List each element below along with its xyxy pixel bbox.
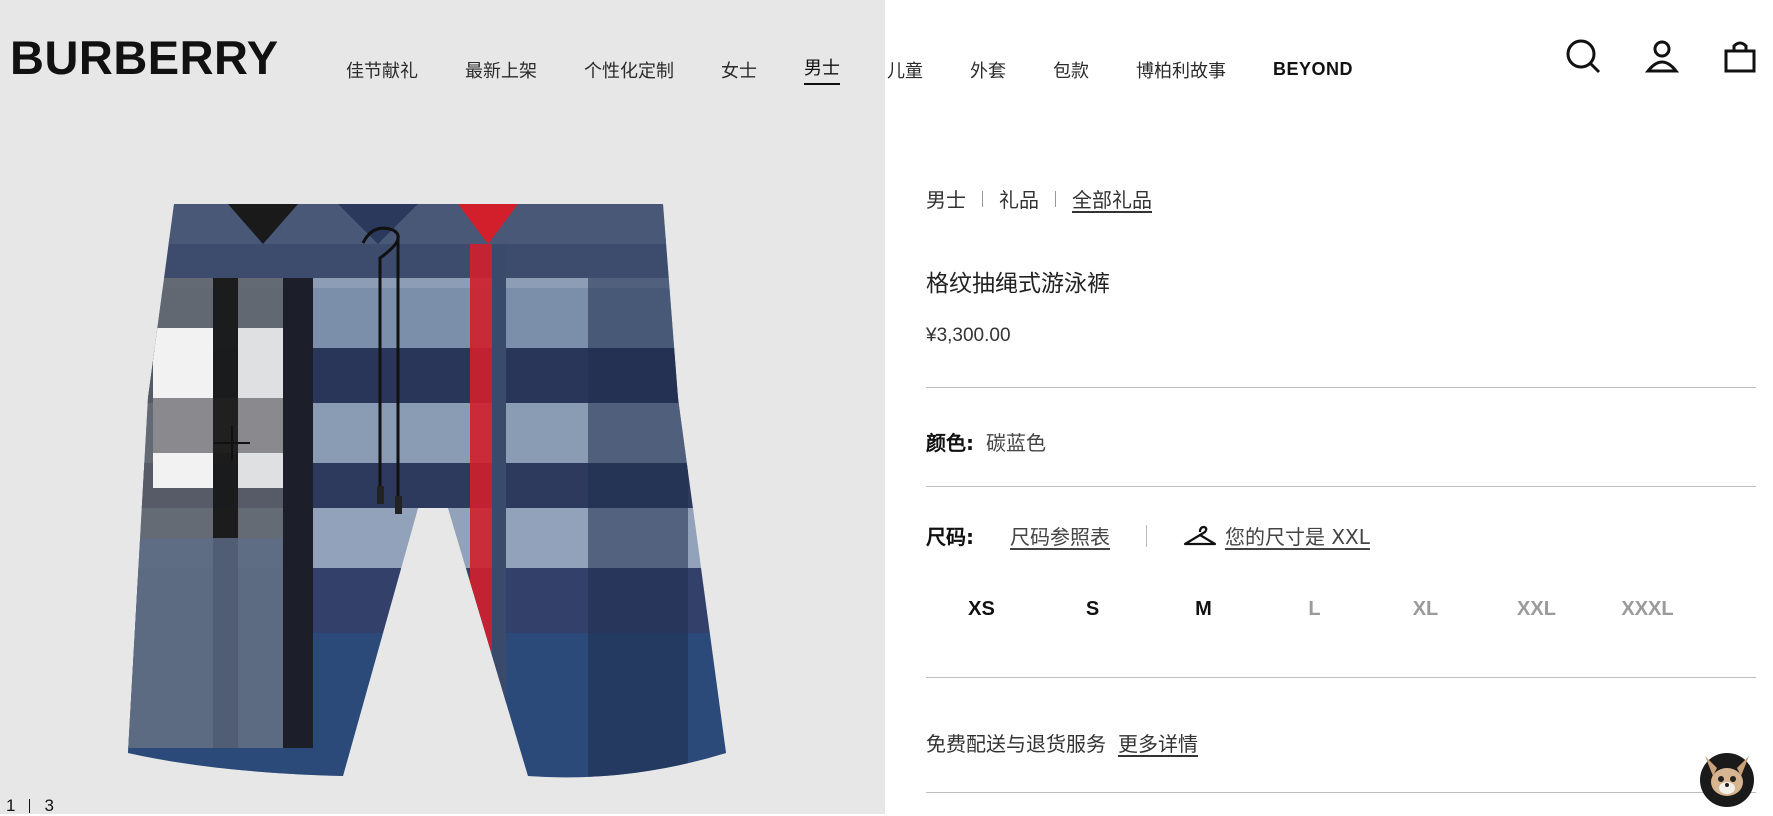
divider (926, 677, 1756, 678)
size-label: 尺码: (926, 525, 974, 549)
divider (926, 486, 1756, 487)
nav-item-bags[interactable]: 包款 (1053, 57, 1089, 83)
breadcrumb-all-gifts[interactable]: 全部礼品 (1072, 184, 1152, 213)
delivery-info: 免费配送与退货服务 更多详情 (926, 728, 1198, 757)
divider (926, 387, 1756, 388)
shopping-bag-icon[interactable] (1723, 39, 1757, 73)
breadcrumb: 男士 礼品 全部礼品 (926, 184, 1152, 213)
product-title: 格纹抽绳式游泳裤 (926, 271, 1110, 297)
swim-shorts-image[interactable] (118, 198, 738, 788)
product-image-panel: 1 3 (0, 0, 885, 816)
hanger-icon (1183, 525, 1217, 545)
size-header: 尺码: 尺码参照表 您的尺寸是 XXL (926, 521, 1370, 550)
size-option-xl[interactable]: XL (1370, 598, 1481, 621)
size-chart-link[interactable]: 尺码参照表 (1010, 521, 1110, 550)
size-row-separator (1146, 524, 1147, 547)
brand-logo[interactable]: BURBERRY (10, 30, 279, 85)
chat-assistant-icon[interactable] (1695, 746, 1759, 810)
search-icon[interactable] (1565, 38, 1601, 74)
nav-item-beyond[interactable]: BEYOND (1273, 59, 1353, 80)
size-recommendation-text[interactable]: 您的尺寸是 XXL (1225, 521, 1370, 550)
account-icon[interactable] (1645, 39, 1679, 73)
gallery-pager: 1 3 (6, 796, 54, 816)
color-value: 碳蓝色 (986, 431, 1046, 455)
nav-item-new-arrivals[interactable]: 最新上架 (465, 57, 537, 83)
nav-item-burberry-stories[interactable]: 博柏利故事 (1136, 57, 1226, 83)
main-navigation: 佳节献礼 最新上架 个性化定制 女士 男士 儿童 外套 包款 博柏利故事 BEY… (346, 54, 1353, 85)
breadcrumb-gifts[interactable]: 礼品 (999, 184, 1039, 213)
nav-item-men[interactable]: 男士 (804, 54, 840, 85)
nav-item-women[interactable]: 女士 (721, 57, 757, 83)
size-options: XS S M L XL XXL XXXL (926, 598, 1703, 621)
breadcrumb-men[interactable]: 男士 (926, 184, 966, 213)
size-option-m[interactable]: M (1148, 598, 1259, 621)
delivery-more-link[interactable]: 更多详情 (1118, 728, 1198, 757)
pager-current: 1 (6, 796, 16, 815)
nav-item-holiday-gifts[interactable]: 佳节献礼 (346, 57, 418, 83)
pager-total: 3 (44, 796, 54, 815)
nav-item-children[interactable]: 儿童 (887, 57, 923, 83)
color-selector: 颜色: 碳蓝色 (926, 427, 1046, 456)
size-option-xxxl[interactable]: XXXL (1592, 598, 1703, 621)
color-label: 颜色: (926, 431, 974, 455)
nav-item-personalisation[interactable]: 个性化定制 (584, 57, 674, 83)
nav-item-outerwear[interactable]: 外套 (970, 57, 1006, 83)
size-option-xxl[interactable]: XXL (1481, 598, 1592, 621)
breadcrumb-separator (982, 190, 983, 207)
breadcrumb-separator (1055, 190, 1056, 207)
size-recommendation[interactable]: 您的尺寸是 XXL (1183, 521, 1370, 550)
size-option-xs[interactable]: XS (926, 598, 1037, 621)
size-option-s[interactable]: S (1037, 598, 1148, 621)
header-actions (1565, 38, 1757, 74)
pager-divider (29, 799, 31, 813)
size-option-l[interactable]: L (1259, 598, 1370, 621)
product-price: ¥3,300.00 (926, 325, 1011, 346)
divider (926, 792, 1756, 793)
delivery-text: 免费配送与退货服务 (926, 732, 1106, 756)
zoom-cursor-icon (214, 425, 250, 461)
